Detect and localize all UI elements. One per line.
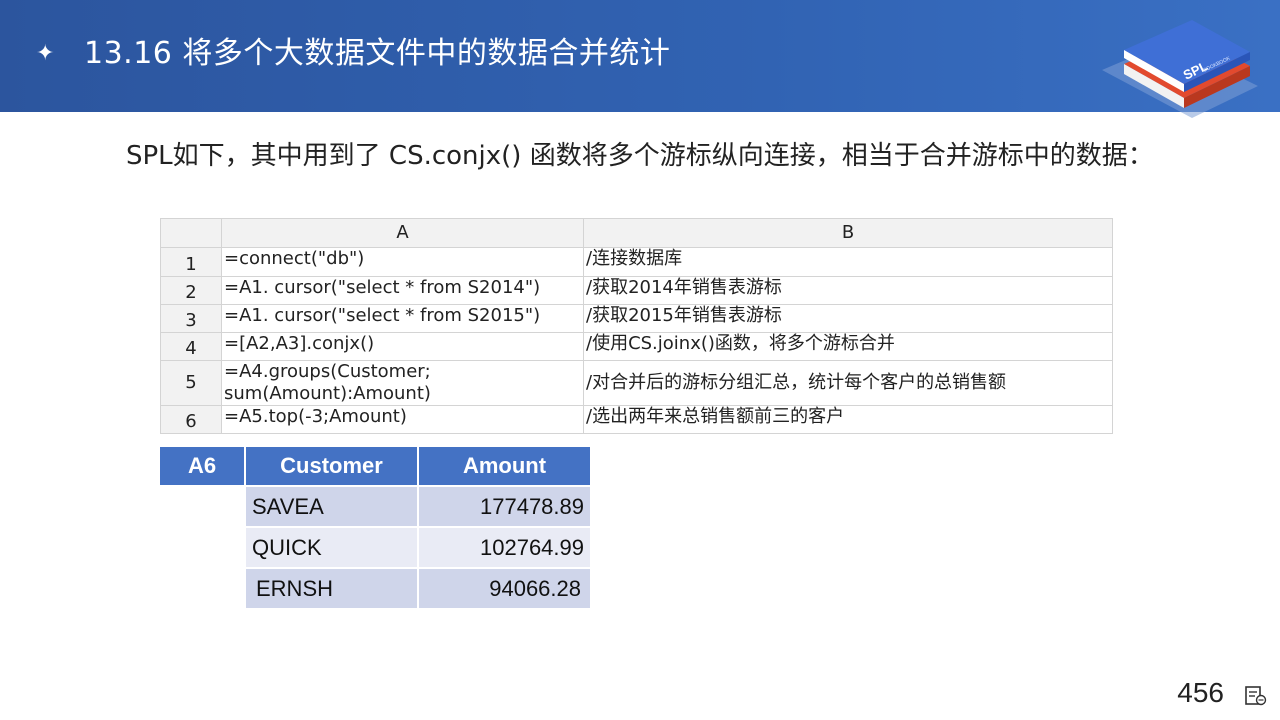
result-header-amount: Amount (419, 447, 592, 487)
column-header-b[interactable]: B (583, 218, 1113, 248)
customer-cell: ERNSH (246, 569, 419, 610)
amount-cell: 102764.99 (419, 528, 592, 569)
grid-corner (160, 218, 222, 248)
result-spacer (160, 528, 246, 569)
customer-cell: SAVEA (246, 487, 419, 528)
sparkle-icon: ✦ (36, 41, 55, 66)
intro-text: SPL如下，其中用到了 CS.conjx() 函数将多个游标纵向连接，相当于合并… (126, 141, 1154, 171)
customer-cell: QUICK (246, 528, 419, 569)
comment-cell[interactable]: /选出两年来总销售额前三的客户 (583, 405, 1113, 434)
code-cell[interactable]: =A1. cursor("select * from S2014") (221, 276, 584, 305)
grid-row: 1 =connect("db") /连接数据库 (160, 247, 1113, 277)
result-spacer (160, 487, 246, 528)
result-cell-label: A6 (160, 447, 246, 487)
row-number[interactable]: 1 (160, 247, 222, 277)
result-header-row: A6 Customer Amount (160, 447, 592, 487)
code-cell[interactable]: =[A2,A3].conjx() (221, 332, 584, 361)
grid-row: 3 =A1. cursor("select * from S2015") /获取… (160, 304, 1113, 333)
result-row: ERNSH 94066.28 (160, 569, 592, 610)
page-number: 456 (1177, 677, 1224, 708)
grid-row: 4 =[A2,A3].conjx() /使用CS.joinx()函数，将多个游标… (160, 332, 1113, 361)
grid-header-row: A B (160, 218, 1113, 248)
amount-cell: 94066.28 (419, 569, 592, 610)
amount-cell: 177478.89 (419, 487, 592, 528)
code-cell[interactable]: =A4.groups(Customer; sum(Amount):Amount) (221, 360, 584, 406)
comment-cell[interactable]: /对合并后的游标分组汇总，统计每个客户的总销售额 (583, 360, 1113, 406)
grid-row: 2 =A1. cursor("select * from S2014") /获取… (160, 276, 1113, 305)
result-row: QUICK 102764.99 (160, 528, 592, 569)
row-number[interactable]: 4 (160, 332, 222, 361)
code-cell[interactable]: =A5.top(-3;Amount) (221, 405, 584, 434)
notes-icon[interactable] (1245, 686, 1267, 706)
row-number[interactable]: 3 (160, 304, 222, 333)
comment-cell[interactable]: /获取2014年销售表游标 (583, 276, 1113, 305)
slide-header: ✦ 13.16 将多个大数据文件中的数据合并统计 SPL COOKBOOK (0, 0, 1280, 118)
spl-code-grid: A B 1 =connect("db") /连接数据库 2 =A1. curso… (160, 218, 1113, 434)
code-cell[interactable]: =A1. cursor("select * from S2015") (221, 304, 584, 333)
result-spacer (160, 569, 246, 610)
spl-cookbook-logo: SPL COOKBOOK (1102, 20, 1258, 118)
result-table: A6 Customer Amount SAVEA 177478.89 QUICK… (160, 447, 592, 610)
comment-cell[interactable]: /获取2015年销售表游标 (583, 304, 1113, 333)
comment-cell[interactable]: /使用CS.joinx()函数，将多个游标合并 (583, 332, 1113, 361)
grid-row: 5 =A4.groups(Customer; sum(Amount):Amoun… (160, 360, 1113, 406)
row-number[interactable]: 5 (160, 360, 222, 406)
grid-row: 6 =A5.top(-3;Amount) /选出两年来总销售额前三的客户 (160, 405, 1113, 434)
row-number[interactable]: 2 (160, 276, 222, 305)
row-number[interactable]: 6 (160, 405, 222, 434)
comment-cell[interactable]: /连接数据库 (583, 247, 1113, 277)
column-header-a[interactable]: A (221, 218, 584, 248)
code-cell[interactable]: =connect("db") (221, 247, 584, 277)
result-row: SAVEA 177478.89 (160, 487, 592, 528)
result-header-customer: Customer (246, 447, 419, 487)
slide-title: 13.16 将多个大数据文件中的数据合并统计 (84, 36, 671, 71)
